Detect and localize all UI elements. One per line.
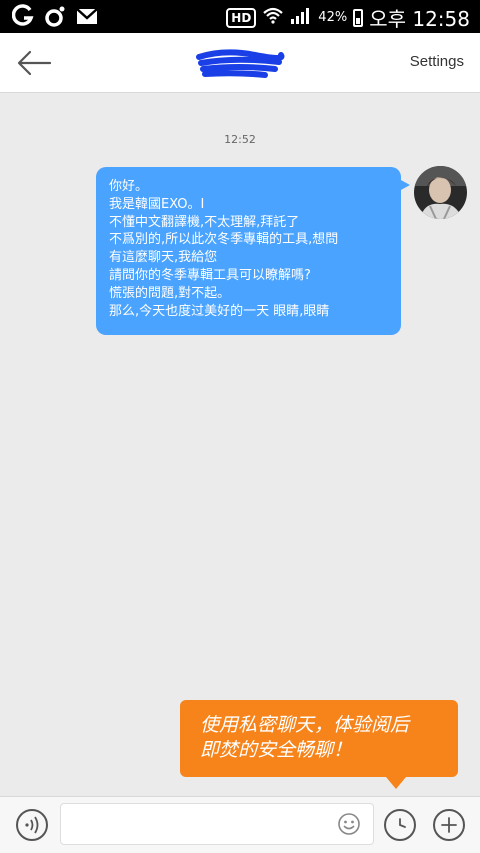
tip-line: 即焚的安全畅聊！: [200, 739, 353, 761]
system-status: HD 42% 오후 12:58: [226, 3, 470, 32]
smiley-icon: [338, 813, 360, 835]
status-bar: HD 42% 오후 12:58: [0, 0, 480, 33]
notification-icons: [11, 4, 98, 32]
message-line: 請問你的冬季專輯工具可以瞭解嗎?: [109, 267, 311, 283]
back-arrow-icon: [17, 50, 52, 76]
message-line: 不爲別的,所以此次冬季專輯的工具,想問: [109, 232, 339, 248]
app-o-icon: [44, 4, 66, 32]
input-bar: [0, 796, 480, 853]
voice-icon: [25, 816, 39, 834]
private-chat-tip[interactable]: 使用私密聊天，体验阅后 即焚的安全畅聊！: [180, 700, 458, 789]
redacted-contact-name: [195, 47, 285, 81]
settings-button[interactable]: Settings: [410, 53, 464, 70]
hd-badge: HD: [226, 7, 257, 28]
message-timestamp: 12:52: [224, 133, 256, 146]
tip-line: 使用私密聊天，体验阅后: [200, 714, 410, 736]
chat-header: Settings: [0, 33, 480, 93]
add-attachment-button[interactable]: [433, 809, 465, 841]
message-bubble[interactable]: 你好。 我是韓國EXO。I 不懂中文翻譯機,不太理解,拜託了 不爲別的,所以此次…: [96, 167, 410, 335]
message-line: 有這麼聊天,我給您: [109, 250, 218, 266]
battery-icon: [353, 8, 364, 27]
message-line: 你好。: [109, 179, 149, 194]
message-line: 我是韓國EXO。I: [109, 196, 205, 212]
mail-icon: [76, 6, 98, 30]
message-input[interactable]: [60, 803, 374, 845]
plus-icon: [441, 817, 457, 833]
voice-button[interactable]: [16, 809, 48, 841]
message-line: 不懂中文翻譯機,不太理解,拜託了: [109, 214, 300, 230]
emoji-button[interactable]: [337, 812, 361, 836]
clock-icon: [399, 818, 406, 828]
signal-icon: [290, 5, 312, 30]
message-line: 那么,今天也度过美好的一天 眼睛,眼睛: [109, 303, 330, 319]
timed-message-button[interactable]: [384, 809, 416, 841]
wifi-icon: [262, 5, 284, 30]
message-line: 慌張的問題,對不起。: [109, 285, 231, 301]
back-button[interactable]: [14, 46, 54, 80]
avatar[interactable]: [414, 166, 467, 219]
status-clock: 오후 12:58: [369, 7, 470, 31]
battery-percent: 42%: [318, 10, 348, 25]
app-g-icon: [11, 4, 34, 32]
